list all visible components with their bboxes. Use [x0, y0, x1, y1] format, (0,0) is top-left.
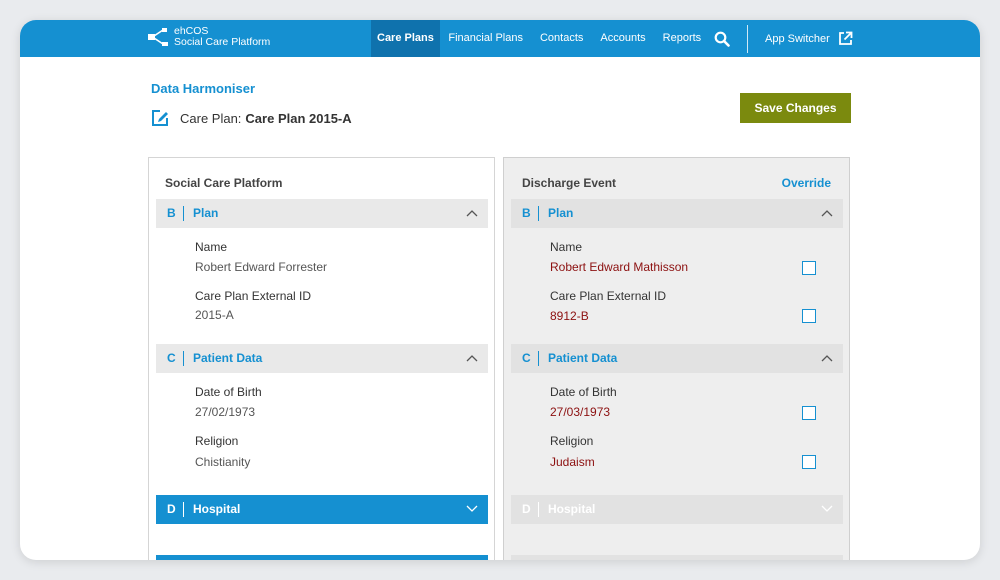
search-icon[interactable] — [714, 31, 730, 47]
field-value-religion: Judaism — [550, 455, 595, 469]
field-label-name: Name — [195, 240, 228, 254]
field-value-name: Robert Edward Mathisson — [550, 260, 689, 274]
brand-name: ehCOS Social Care Platform — [174, 26, 270, 48]
brand-logo[interactable]: ehCOS Social Care Platform — [148, 26, 270, 48]
section-letter: B — [522, 206, 531, 220]
field-value-religion: Chistianity — [195, 455, 251, 469]
field-label-external-id: Care Plan External ID — [195, 289, 312, 303]
network-logo-icon — [148, 28, 168, 46]
override-link[interactable]: Override — [782, 176, 831, 190]
section-next-header[interactable] — [511, 555, 843, 560]
section-title: Plan — [548, 206, 574, 220]
section-letter: C — [167, 351, 176, 365]
field-value-external-id: 8912-B — [550, 309, 589, 323]
section-letter: C — [522, 351, 531, 365]
care-plan-prefix: Care Plan: — [180, 110, 242, 126]
override-external-id-checkbox[interactable] — [802, 309, 816, 323]
section-title: Patient Data — [193, 351, 263, 365]
section-patient-data-header[interactable]: C Patient Data — [511, 344, 843, 373]
chevron-up-icon — [466, 210, 478, 217]
nav-divider — [747, 25, 748, 53]
section-hospital-header[interactable]: D Hospital — [511, 495, 843, 524]
field-value-name: Robert Edward Forrester — [195, 260, 328, 274]
field-value-dob: 27/03/1973 — [550, 405, 611, 419]
brand-line-2: Social Care Platform — [174, 36, 271, 48]
section-separator — [538, 502, 539, 517]
care-plan-name: Care Plan 2015-A — [245, 110, 352, 126]
section-hospital-header[interactable]: D Hospital — [156, 495, 488, 524]
override-religion-checkbox[interactable] — [802, 455, 816, 469]
chevron-up-icon — [821, 210, 833, 217]
main-nav: Care Plans Financial Plans Contacts Acco… — [371, 20, 710, 57]
section-separator — [183, 206, 184, 221]
field-label-external-id: Care Plan External ID — [550, 289, 667, 303]
care-plan-line: Care Plan: Care Plan 2015-A — [150, 108, 352, 128]
section-title: Patient Data — [548, 351, 618, 365]
section-letter: D — [167, 502, 176, 516]
app-switcher-button[interactable]: App Switcher — [765, 20, 853, 57]
field-label-religion: Religion — [195, 434, 239, 448]
field-value-external-id: 2015-A — [195, 308, 234, 322]
section-plan-header[interactable]: B Plan — [511, 199, 843, 228]
section-separator — [183, 502, 184, 517]
field-label-name: Name — [550, 240, 583, 254]
section-separator — [183, 351, 184, 366]
chevron-up-icon — [466, 355, 478, 362]
chevron-up-icon — [821, 355, 833, 362]
nav-reports[interactable]: Reports — [654, 20, 710, 57]
save-changes-button[interactable]: Save Changes — [740, 93, 851, 123]
source-panel-heading: Social Care Platform — [165, 176, 283, 190]
app-switcher-label: App Switcher — [765, 32, 830, 45]
nav-contacts[interactable]: Contacts — [531, 20, 591, 57]
nav-care-plans[interactable]: Care Plans — [371, 20, 440, 57]
section-title: Hospital — [548, 502, 596, 516]
field-value-dob: 27/02/1973 — [195, 405, 256, 419]
section-title: Plan — [193, 206, 219, 220]
section-letter: D — [522, 502, 531, 516]
chevron-down-icon — [466, 505, 478, 512]
edit-icon[interactable] — [150, 108, 170, 128]
source-panel: Social Care Platform B Plan Name Robert … — [148, 157, 495, 560]
section-next-header[interactable] — [156, 555, 488, 560]
nav-accounts[interactable]: Accounts — [592, 20, 654, 57]
section-separator — [538, 351, 539, 366]
section-letter: B — [167, 206, 176, 220]
section-patient-data-header[interactable]: C Patient Data — [156, 344, 488, 373]
external-link-icon — [838, 31, 853, 45]
section-title: Hospital — [193, 502, 241, 516]
section-plan-header[interactable]: B Plan — [156, 199, 488, 228]
incoming-panel: Discharge Event Override B Plan Name Rob… — [503, 157, 850, 560]
field-label-dob: Date of Birth — [550, 385, 617, 399]
override-name-checkbox[interactable] — [802, 261, 816, 275]
override-dob-checkbox[interactable] — [802, 406, 816, 420]
incoming-panel-heading: Discharge Event — [522, 176, 617, 190]
chevron-down-icon — [821, 505, 833, 512]
app-window: ehCOS Social Care Platform Care Plans Fi… — [20, 20, 980, 560]
section-separator — [538, 206, 539, 221]
field-label-religion: Religion — [550, 434, 594, 448]
top-navigation-bar: ehCOS Social Care Platform Care Plans Fi… — [20, 20, 980, 57]
nav-financial-plans[interactable]: Financial Plans — [440, 20, 532, 57]
page-title: Data Harmoniser — [151, 81, 256, 96]
field-label-dob: Date of Birth — [195, 385, 262, 399]
